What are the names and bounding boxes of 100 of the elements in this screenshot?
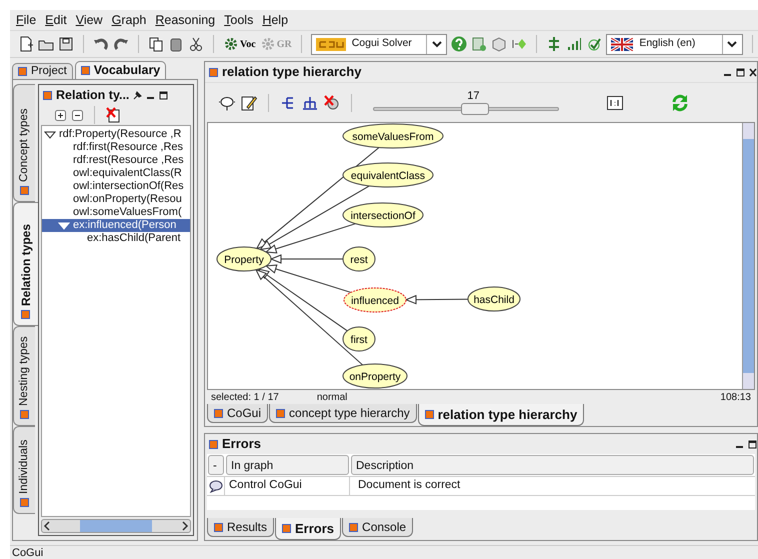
redo-icon[interactable] [112, 36, 129, 52]
square-icon [80, 66, 90, 75]
relation-node[interactable]: onProperty [342, 364, 408, 388]
column-header[interactable]: In graph [226, 455, 349, 475]
arrow [406, 295, 468, 304]
table-cell: Control CoGui [225, 477, 350, 495]
relation-node[interactable]: influenced [344, 288, 406, 312]
expand-icon[interactable] [55, 110, 66, 120]
maximize-icon[interactable] [159, 90, 168, 100]
language-dropdown[interactable]: English (en) [606, 34, 743, 54]
vertical-tab[interactable]: Concept types [13, 84, 35, 202]
relation-node-icon[interactable] [219, 94, 235, 110]
square-icon [424, 410, 434, 419]
flag-icon [611, 38, 634, 50]
vertical-tab[interactable]: Individuals [13, 426, 35, 514]
panel-title: Errors [222, 435, 262, 454]
menu-item[interactable]: File [16, 10, 36, 30]
tree-item[interactable]: rdf:first(Resource ,Res [42, 141, 190, 154]
logo-icon [316, 38, 346, 50]
vertical-layout-icon[interactable] [302, 94, 318, 110]
square-icon [349, 522, 358, 532]
panel-tab[interactable]: Errors [275, 518, 342, 540]
relation-node[interactable]: first [342, 326, 376, 352]
status-text: CoGui [10, 545, 758, 559]
editor-tab[interactable]: CoGui [207, 404, 268, 423]
square-icon [20, 410, 29, 419]
vertical-scrollbar[interactable] [742, 123, 754, 389]
caret-icon [430, 39, 443, 49]
language-name: English (en) [639, 36, 696, 52]
square-icon [276, 408, 286, 418]
selection-count: selected: 1 / 17 [211, 391, 279, 404]
vocabulary-button[interactable]: Voc [222, 36, 256, 52]
tree-item[interactable]: ex:influenced(Person [42, 219, 190, 232]
menu-item[interactable]: View [76, 10, 103, 30]
square-icon [209, 68, 218, 76]
refresh-icon[interactable] [671, 94, 689, 112]
relation-node[interactable]: intersectionOf [342, 202, 424, 228]
pin-icon[interactable] [133, 90, 142, 100]
panel-tab[interactable]: Console [342, 518, 414, 537]
check-icon[interactable] [586, 36, 602, 52]
panel-tab[interactable]: Project [12, 63, 73, 79]
tree-item[interactable]: owl:equivalentClass(R [42, 167, 190, 180]
document-icon[interactable] [471, 36, 488, 52]
square-icon [20, 186, 29, 195]
horizontal-scrollbar[interactable] [41, 519, 191, 533]
new-document-icon[interactable] [18, 36, 34, 52]
tree-item[interactable]: ex:hasChild(Parent [42, 232, 190, 245]
undo-icon[interactable] [92, 36, 109, 52]
help-icon[interactable] [451, 36, 468, 52]
collapse-icon[interactable] [72, 110, 83, 120]
cut-icon[interactable] [188, 36, 204, 52]
menu-item[interactable]: Edit [45, 10, 67, 30]
menu-item[interactable]: Graph [112, 10, 146, 30]
copy-icon[interactable] [148, 36, 164, 52]
close-icon[interactable] [749, 68, 757, 76]
horizontal-layout-icon[interactable] [280, 94, 296, 110]
slider-thumb[interactable] [461, 102, 490, 114]
table-cell-text: Document is correct [357, 478, 462, 494]
bar-chart-icon[interactable] [566, 36, 582, 52]
relation-node[interactable]: someValuesFrom [342, 124, 444, 148]
tree-item[interactable]: owl:onProperty(Resou [42, 193, 190, 206]
column-header[interactable]: - [208, 455, 224, 475]
vertical-tab[interactable]: Nesting types [13, 326, 35, 426]
clear-layout-icon[interactable] [324, 94, 340, 110]
relation-node[interactable]: rest [342, 246, 376, 272]
panel-title: relation type hierarchy [222, 63, 362, 82]
square-icon [43, 90, 52, 100]
relation-node[interactable]: equivalentClass [342, 162, 434, 188]
menu-item[interactable]: Reasoning [155, 10, 216, 30]
panel-tab[interactable]: Vocabulary [74, 61, 166, 79]
actual-size-icon[interactable] [607, 96, 623, 110]
speech-bubble-icon [209, 480, 223, 492]
square-icon [20, 498, 29, 507]
save-icon[interactable] [58, 36, 74, 52]
tree-item[interactable]: owl:intersectionOf(Res [42, 180, 190, 193]
tree-item[interactable]: rdf:rest(Resource ,Res [42, 154, 190, 167]
editor-tab[interactable]: relation type hierarchy [418, 404, 584, 426]
relation-node[interactable]: Property [216, 246, 272, 272]
square-icon [22, 310, 30, 319]
menu-item[interactable]: Help [262, 10, 288, 30]
maximize-icon[interactable] [748, 440, 757, 448]
gear-icon [260, 36, 276, 52]
tree-item[interactable]: owl:someValuesFrom( [42, 206, 190, 219]
expander-icon[interactable] [44, 130, 56, 140]
tree-item[interactable]: rdf:Property(Resource ,R [42, 128, 190, 141]
delete-icon[interactable] [106, 107, 120, 123]
mode-label: normal [316, 391, 348, 404]
solver-dropdown[interactable]: Cogui Solver [310, 34, 448, 54]
box-icon[interactable] [491, 36, 508, 52]
panel-tab[interactable]: Results [207, 518, 274, 537]
solver-name: Cogui Solver [352, 36, 413, 52]
square-icon [209, 440, 218, 448]
edit-icon[interactable] [241, 94, 257, 110]
menu-item[interactable]: Tools [224, 10, 254, 30]
relation-node[interactable]: hasChild [468, 286, 520, 312]
vertical-tab[interactable]: Relation types [13, 202, 38, 326]
square-icon [18, 67, 27, 76]
maximize-icon[interactable] [736, 68, 745, 76]
column-header[interactable]: Description [351, 455, 754, 475]
editor-tab[interactable]: concept type hierarchy [269, 404, 417, 423]
